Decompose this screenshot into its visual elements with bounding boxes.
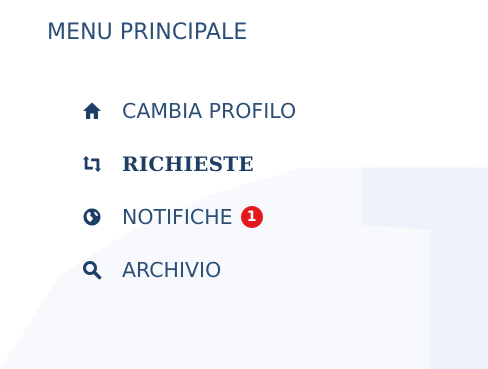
home-icon	[82, 101, 102, 121]
notification-badge: 1	[240, 206, 263, 228]
menu-item-notifiche[interactable]: NOTIFICHE 1	[82, 201, 263, 233]
menu-item-label: NOTIFICHE	[122, 205, 233, 229]
menu-item-label: CAMBIA PROFILO	[122, 99, 297, 123]
menu-item-richieste[interactable]: RICHIESTE	[82, 148, 254, 180]
menu-item-label: ARCHIVIO	[122, 258, 222, 282]
globe-icon	[82, 207, 102, 227]
main-menu: MENU PRINCIPALE CAMBIA PROFILO RICHIESTE	[0, 0, 488, 369]
retweet-icon	[82, 154, 102, 174]
menu-item-cambia-profilo[interactable]: CAMBIA PROFILO	[82, 95, 296, 127]
menu-title: MENU PRINCIPALE	[47, 20, 248, 45]
menu-item-label: RICHIESTE	[122, 152, 254, 176]
search-icon	[82, 260, 102, 280]
menu-item-archivio[interactable]: ARCHIVIO	[82, 254, 221, 286]
